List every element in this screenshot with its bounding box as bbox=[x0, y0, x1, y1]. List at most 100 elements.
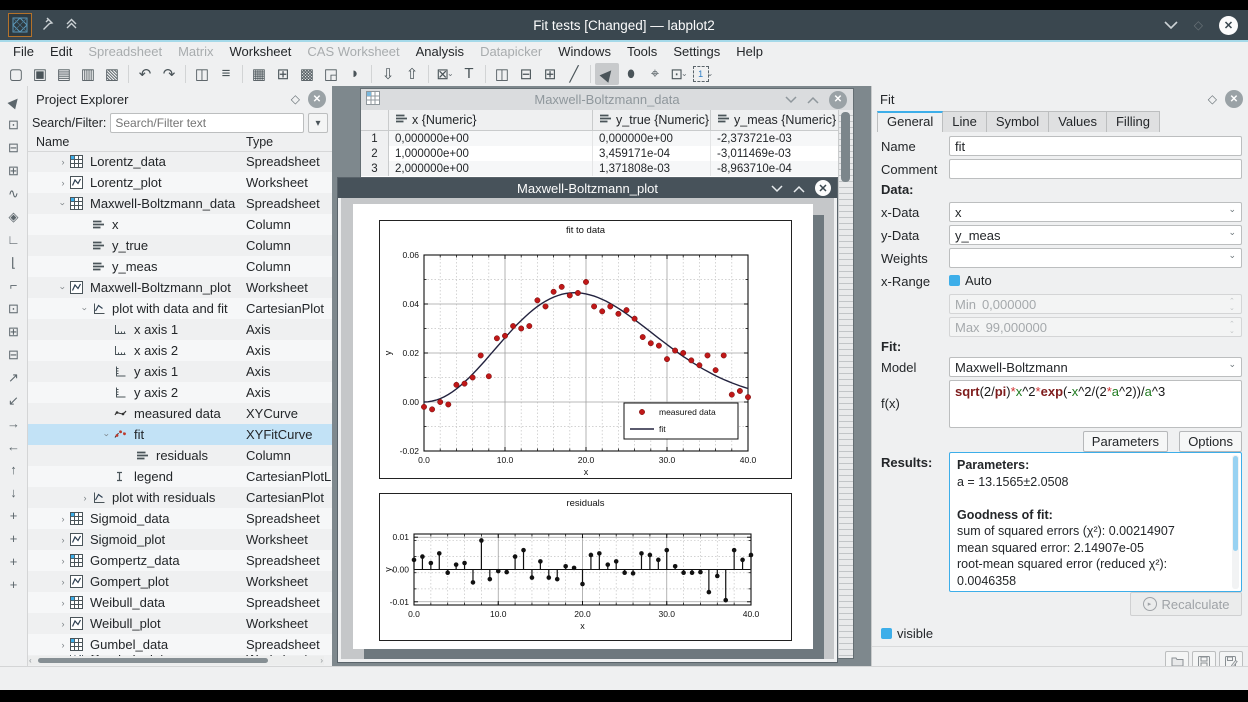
tree-item-fit[interactable]: ›fitXYFitCurve bbox=[28, 424, 332, 445]
worksheet-window-titlebar[interactable]: Maxwell-Boltzmann_plot ✕ bbox=[338, 178, 837, 198]
menu-file[interactable]: File bbox=[6, 44, 41, 59]
expander-arrow[interactable]: › bbox=[58, 197, 68, 211]
expander-arrow[interactable]: › bbox=[56, 577, 70, 587]
tree-item-y-axis-1[interactable]: y axis 1Axis bbox=[28, 361, 332, 382]
split-grid-button[interactable]: ⊞ bbox=[538, 63, 562, 85]
close-dock-button[interactable]: ✕ bbox=[1225, 90, 1243, 108]
worksheet-view[interactable]: fit to data0.010.020.030.040.0-0.020.000… bbox=[341, 198, 834, 659]
split-horizontal-button[interactable]: ⊟ bbox=[514, 63, 538, 85]
tree-item-measured-data[interactable]: measured dataXYCurve bbox=[28, 403, 332, 424]
tree-item-residuals[interactable]: residualsColumn bbox=[28, 445, 332, 466]
print-button[interactable]: ▥ bbox=[76, 63, 100, 85]
table-cell[interactable]: 0,000000e+00 bbox=[593, 131, 711, 146]
float-dock-button[interactable]: ◇ bbox=[291, 92, 300, 106]
table-cell[interactable]: -3,011469e-03 bbox=[711, 146, 839, 161]
menu-analysis[interactable]: Analysis bbox=[409, 44, 471, 59]
table-cell[interactable]: 2,000000e+00 bbox=[389, 161, 593, 176]
search-filter-input[interactable] bbox=[110, 113, 304, 133]
residuals-chart[interactable]: residuals0.010.020.030.040.0-0.010.000.0… bbox=[379, 493, 792, 641]
worksheet-page[interactable]: fit to data0.010.020.030.040.0-0.020.000… bbox=[353, 204, 813, 649]
tree-item-plot-with-data-and-fit[interactable]: ›plot with data and fitCartesianPlot bbox=[28, 298, 332, 319]
load-template-button[interactable] bbox=[1165, 651, 1189, 666]
column-header[interactable]: y_true {Numeric} bbox=[593, 110, 711, 130]
expander-arrow[interactable]: › bbox=[56, 598, 70, 608]
new-matrix-button[interactable]: ▩ bbox=[295, 63, 319, 85]
window-shade-up-icon[interactable] bbox=[793, 181, 805, 196]
presenter-view-dropdown-arrow[interactable]: ⌄ bbox=[707, 69, 714, 78]
split-vertical-button[interactable]: ◫ bbox=[490, 63, 514, 85]
expander-arrow[interactable]: › bbox=[56, 640, 70, 650]
options-button[interactable]: Options bbox=[1179, 431, 1242, 452]
save-project-button[interactable]: ▤ bbox=[52, 63, 76, 85]
expander-arrow[interactable]: › bbox=[58, 281, 68, 295]
scrollbar-thumb[interactable] bbox=[38, 658, 268, 663]
tree-item-gumbel_data[interactable]: ›Gumbel_dataSpreadsheet bbox=[28, 634, 332, 655]
tree-column-headers[interactable]: Name Type bbox=[28, 134, 332, 152]
expander-arrow[interactable]: › bbox=[56, 556, 70, 566]
window-shade-down-icon[interactable] bbox=[785, 92, 797, 107]
text-label-button[interactable]: T bbox=[457, 63, 481, 85]
model-combobox[interactable]: Maxwell-Boltzmann bbox=[949, 357, 1242, 377]
new-list-button[interactable]: ≡ bbox=[214, 63, 238, 85]
scroll-left-arrow[interactable]: ‹ bbox=[29, 656, 32, 665]
tab-symbol[interactable]: Symbol bbox=[986, 111, 1049, 132]
scale-all-button[interactable]: + bbox=[3, 573, 25, 596]
worksheet-window-close-button[interactable]: ✕ bbox=[815, 180, 831, 196]
tree-item-weibull_plot[interactable]: ›Weibull_plotWorksheet bbox=[28, 613, 332, 634]
save-template-button[interactable] bbox=[1192, 651, 1216, 666]
redo-button[interactable]: ↷ bbox=[157, 63, 181, 85]
parameters-button[interactable]: Parameters bbox=[1083, 431, 1168, 452]
minimize-button[interactable] bbox=[1164, 18, 1178, 33]
tree-item-lorentz_plot[interactable]: ›Lorentz_plotWorksheet bbox=[28, 172, 332, 193]
select-cursor-button[interactable]: ▶ bbox=[595, 63, 619, 85]
scrollbar-thumb[interactable] bbox=[841, 112, 850, 182]
spreadsheet-window-titlebar[interactable]: Maxwell-Boltzmann_data ✕ bbox=[361, 89, 853, 110]
column-header[interactable]: x {Numeric} bbox=[389, 110, 593, 130]
zoom-image-dropdown-arrow[interactable]: ⌄ bbox=[447, 69, 454, 78]
tab-line[interactable]: Line bbox=[942, 111, 987, 132]
table-row[interactable]: 32,000000e+001,371808e-03-8,963710e-04 bbox=[361, 161, 839, 176]
menu-windows[interactable]: Windows bbox=[551, 44, 618, 59]
scroll-right-arrow[interactable]: › bbox=[320, 656, 323, 665]
table-cell[interactable]: 1,000000e+00 bbox=[389, 146, 593, 161]
expander-arrow[interactable]: › bbox=[56, 514, 70, 524]
expander-arrow[interactable]: › bbox=[56, 535, 70, 545]
weights-combobox[interactable] bbox=[949, 248, 1242, 268]
comment-input[interactable] bbox=[949, 159, 1242, 179]
maximize-button[interactable]: ◇ bbox=[1194, 18, 1203, 32]
cursor-box-dropdown-arrow[interactable]: ⌄ bbox=[681, 69, 688, 78]
table-cell[interactable]: 3,459171e-04 bbox=[593, 146, 711, 161]
tree-item-legend[interactable]: legendCartesianPlotL bbox=[28, 466, 332, 487]
table-cell[interactable]: -2,373721e-03 bbox=[711, 131, 839, 146]
tree-item-y_true[interactable]: y_trueColumn bbox=[28, 235, 332, 256]
window-shade-down-icon[interactable] bbox=[771, 181, 783, 196]
min-spinbox[interactable]: Min 0,000000 bbox=[949, 294, 1242, 314]
print-preview-button[interactable]: ▧ bbox=[100, 63, 124, 85]
zoom-image-button[interactable]: ⊠⌄ bbox=[433, 63, 457, 85]
axis-bottom-button[interactable]: ⌊ bbox=[3, 251, 25, 274]
menu-help[interactable]: Help bbox=[729, 44, 770, 59]
zoom-y-region-button[interactable]: ⊟ bbox=[3, 343, 25, 366]
table-cell[interactable]: 1,371808e-03 bbox=[593, 161, 711, 176]
axis-left-button[interactable]: ⌐ bbox=[3, 274, 25, 297]
window-shade-up-icon[interactable] bbox=[807, 92, 819, 107]
ydata-combobox[interactable]: y_meas bbox=[949, 225, 1242, 245]
tree-item-x[interactable]: xColumn bbox=[28, 214, 332, 235]
expander-arrow[interactable]: › bbox=[102, 428, 112, 442]
auto-scale-button[interactable]: + bbox=[3, 504, 25, 527]
new-folder-button[interactable]: ◫ bbox=[190, 63, 214, 85]
crosshair-select-button[interactable]: ⊡ bbox=[3, 113, 25, 136]
xy-curve-button[interactable]: ∿ bbox=[3, 182, 25, 205]
filter-options-button[interactable]: ▾ bbox=[308, 113, 328, 133]
zoom-select-button[interactable]: ⌖ bbox=[643, 63, 667, 85]
shift-right-button[interactable]: → bbox=[3, 412, 25, 435]
open-project-button[interactable]: ▣ bbox=[28, 63, 52, 85]
tree-item-y_meas[interactable]: y_measColumn bbox=[28, 256, 332, 277]
save-as-template-button[interactable] bbox=[1219, 651, 1243, 666]
tree-item-maxwell-boltzmann_data[interactable]: ›Maxwell-Boltzmann_dataSpreadsheet bbox=[28, 193, 332, 214]
table-cell[interactable]: -8,963710e-04 bbox=[711, 161, 839, 176]
max-spinbox[interactable]: Max 99,000000 bbox=[949, 317, 1242, 337]
export-button[interactable]: ⇧ bbox=[400, 63, 424, 85]
results-scrollbar[interactable] bbox=[1232, 455, 1239, 589]
magic-wand-button[interactable]: ╱ bbox=[562, 63, 586, 85]
